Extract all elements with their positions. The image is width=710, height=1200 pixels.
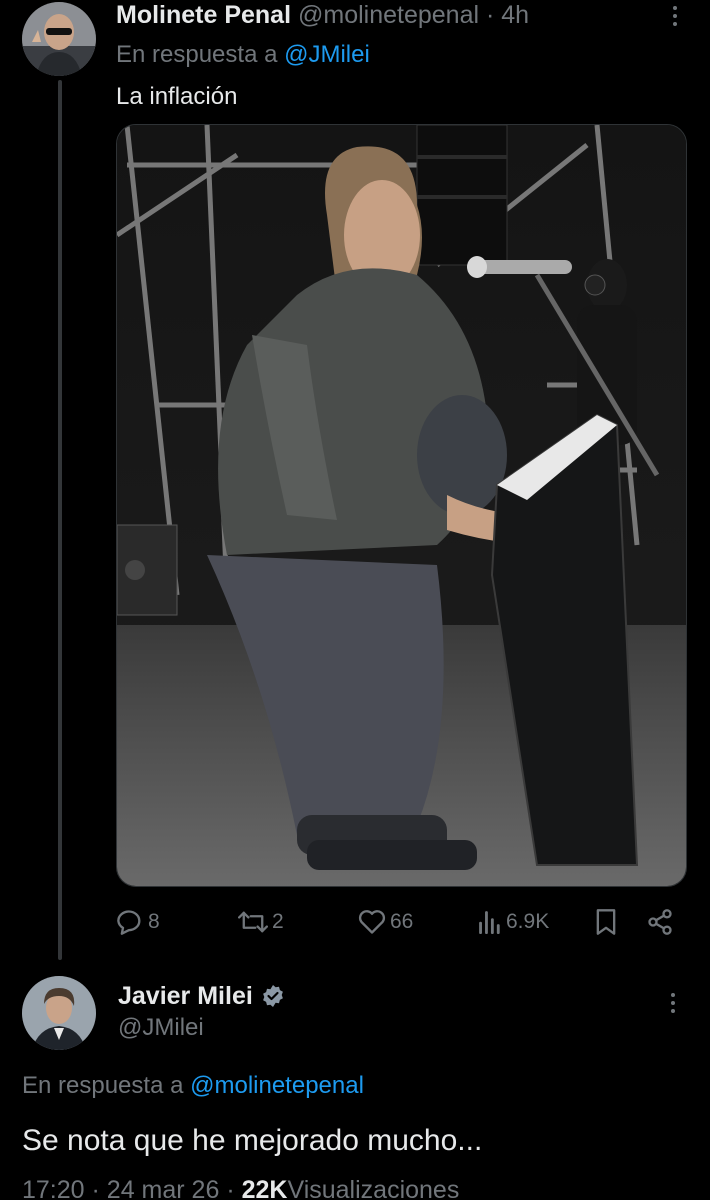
retweet-icon — [238, 911, 268, 933]
tweet1-author-name[interactable]: Molinete Penal — [116, 1, 291, 29]
share-action[interactable] — [646, 902, 674, 942]
tweet1-header: Molinete Penal @molinetepenal · 4h — [116, 0, 529, 30]
tweet2-author: Javier Milei — [118, 980, 285, 1012]
tweet2-meta: 17:20 · 24 mar 26 · 22KVisualizaciones — [22, 1174, 459, 1200]
tweet2-author-handle[interactable]: @JMilei — [118, 1013, 204, 1043]
tweet2-meta-separator-2: · — [226, 1176, 235, 1200]
like-action[interactable]: 66 — [358, 902, 413, 942]
views-action[interactable]: 6.9K — [478, 902, 549, 942]
bookmark-icon — [596, 909, 616, 935]
thread-connector-line — [58, 80, 62, 960]
tweet2-reply-handle[interactable]: @molinetepenal — [190, 1072, 364, 1099]
tweet2-views-label: Visualizaciones — [287, 1176, 460, 1200]
reply-count: 8 — [148, 910, 160, 933]
tweet2-views-count: 22K — [241, 1176, 288, 1200]
avatar-molinete[interactable] — [22, 2, 96, 76]
tweet1-text: La inflación — [116, 83, 238, 110]
tweet1-separator: · — [486, 1, 495, 29]
tweet1-photo[interactable] — [116, 124, 687, 887]
like-count: 66 — [390, 910, 414, 933]
tweet2-meta-separator: · — [91, 1176, 100, 1200]
reply-action[interactable]: 8 — [116, 902, 160, 942]
retweet-action[interactable]: 2 — [238, 902, 284, 942]
tweet2-reply-context: En respuesta a @molinetepenal — [22, 1070, 364, 1102]
screen: Molinete Penal @molinetepenal · 4h En re… — [0, 0, 710, 1200]
tweet1-author-handle[interactable]: @molinetepenal — [298, 1, 479, 29]
bookmark-action[interactable] — [594, 902, 618, 942]
tweet1-reply-handle[interactable]: @JMilei — [284, 41, 370, 68]
reply-bubble-icon — [117, 910, 141, 935]
more-vertical-icon[interactable] — [669, 993, 677, 1013]
tweet1-reply-context: En respuesta a @JMilei — [116, 40, 370, 70]
tweet1-action-bar: 8 2 66 6.9K — [116, 902, 686, 942]
tweet2-reply-prefix: En respuesta a — [22, 1072, 184, 1099]
verified-badge-icon — [262, 985, 283, 1007]
tweet1-reply-prefix: En respuesta a — [116, 41, 278, 68]
tweet1-time[interactable]: 4h — [501, 1, 529, 29]
tweet2-author-name[interactable]: Javier Milei — [118, 980, 253, 1012]
bar-chart-icon — [479, 911, 500, 935]
heart-icon — [358, 910, 386, 934]
share-icon — [648, 909, 672, 935]
tweet2-date[interactable]: 24 mar 26 — [107, 1176, 220, 1200]
views-count: 6.9K — [506, 910, 550, 933]
avatar-milei[interactable] — [22, 976, 96, 1050]
more-vertical-icon[interactable] — [671, 6, 679, 26]
retweet-count: 2 — [272, 910, 284, 933]
tweet2-text: Se nota que he mejorado mucho... — [22, 1124, 483, 1157]
tweet2-time[interactable]: 17:20 — [22, 1176, 85, 1200]
